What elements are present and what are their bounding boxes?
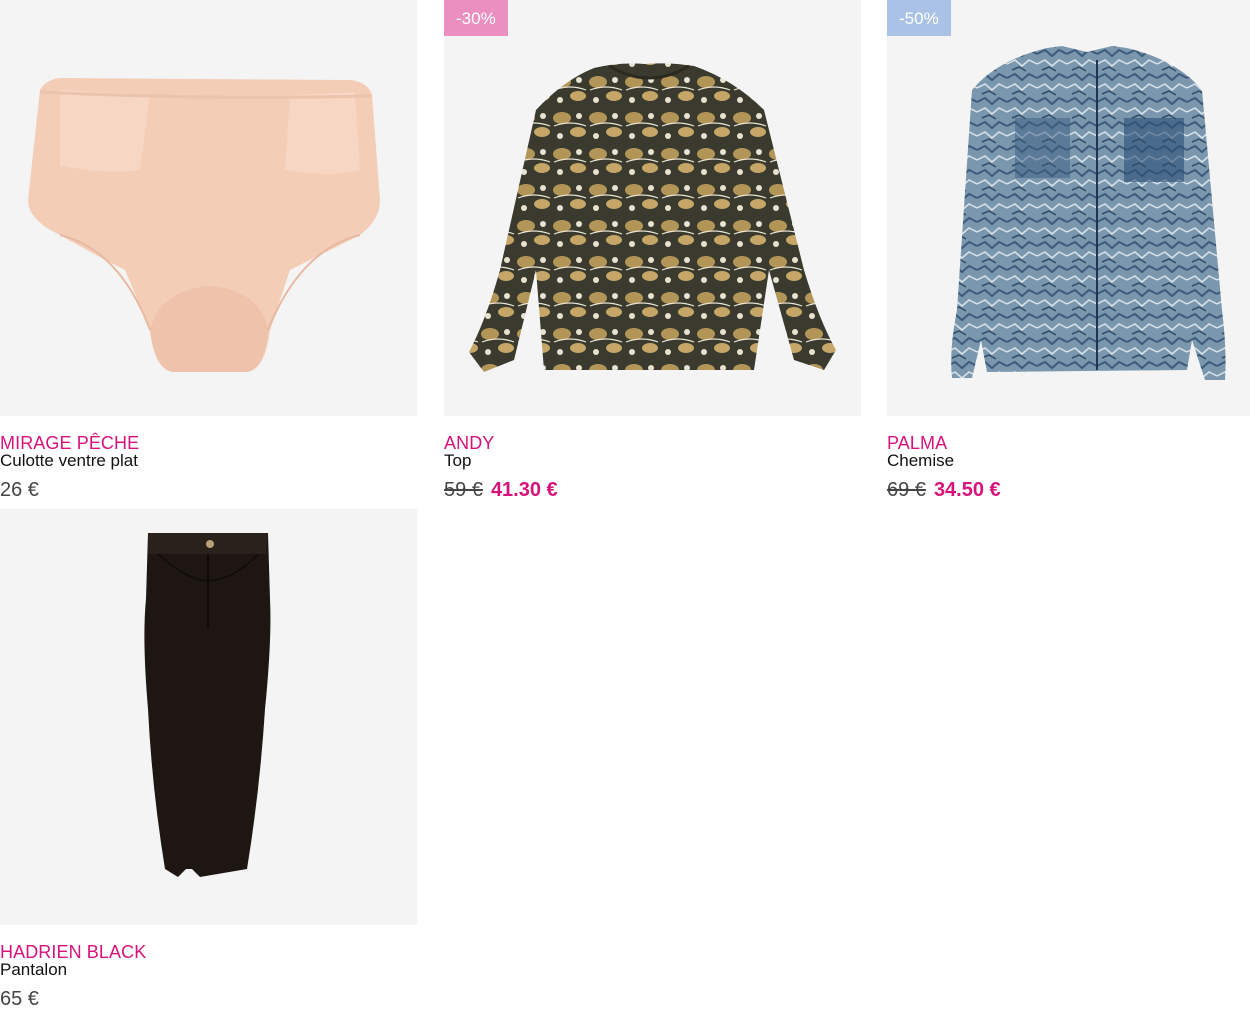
briefs-image xyxy=(28,78,380,372)
old-price: 69 € xyxy=(887,479,926,501)
product-price-group: 59 € 41.30 € xyxy=(444,478,558,502)
product-card-hadrien-black[interactable]: HADRIEN BLACK Pantalon 65 € xyxy=(0,509,417,1011)
product-image-link[interactable] xyxy=(0,509,417,925)
product-price: 65 € xyxy=(0,988,39,1010)
product-brand[interactable]: HADRIEN BLACK xyxy=(0,942,146,962)
discount-badge: -50% xyxy=(887,0,951,36)
product-card-palma[interactable]: -50% PALMA Chemise 69 € 34.50 € xyxy=(887,0,1250,502)
discount-badge: -30% xyxy=(444,0,508,36)
product-name[interactable]: Pantalon xyxy=(0,960,67,980)
product-price-group: 69 € 34.50 € xyxy=(887,478,1001,502)
product-brand[interactable]: PALMA xyxy=(887,433,947,453)
product-name[interactable]: Culotte ventre plat xyxy=(0,451,138,471)
product-image-link[interactable] xyxy=(0,0,417,416)
sale-price: 41.30 € xyxy=(490,479,558,501)
product-name[interactable]: Top xyxy=(444,451,471,471)
product-name[interactable]: Chemise xyxy=(887,451,954,471)
product-brand[interactable]: MIRAGE PÊCHE xyxy=(0,433,139,453)
product-price-group: 65 € xyxy=(0,987,39,1011)
product-card-mirage-peche[interactable]: MIRAGE PÊCHE Culotte ventre plat 26 € xyxy=(0,0,417,502)
product-card-andy[interactable]: -30% ANDY Top 59 € 41.30 € xyxy=(444,0,861,502)
product-image-link[interactable] xyxy=(887,0,1250,416)
old-price: 59 € xyxy=(444,479,483,501)
sheer-shirt-image xyxy=(951,46,1226,380)
trousers-image xyxy=(144,533,271,877)
product-price-group: 26 € xyxy=(0,478,39,502)
paisley-top-image xyxy=(469,63,836,372)
sale-price: 34.50 € xyxy=(933,479,1001,501)
product-brand[interactable]: ANDY xyxy=(444,433,494,453)
product-price: 26 € xyxy=(0,479,39,501)
product-image-link[interactable] xyxy=(444,0,861,416)
